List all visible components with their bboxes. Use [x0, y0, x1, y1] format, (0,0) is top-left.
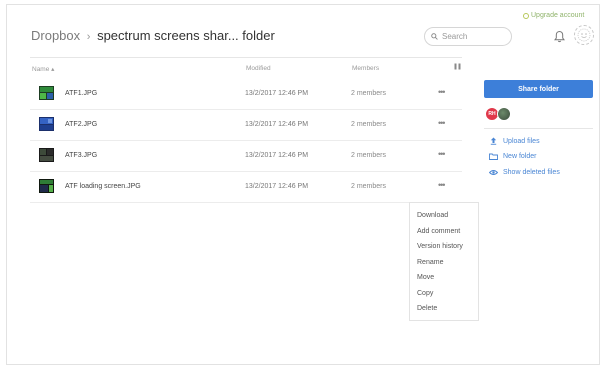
- show-deleted-files-label: Show deleted files: [503, 169, 560, 176]
- menu-item-version-history[interactable]: Version history: [410, 239, 478, 255]
- breadcrumb-current: spectrum screens shar... folder: [97, 28, 275, 43]
- smiley-face-icon: [577, 28, 591, 42]
- folder-members: RH: [485, 107, 511, 121]
- upgrade-account-link[interactable]: Upgrade account: [523, 12, 584, 19]
- file-name[interactable]: ATF loading screen.JPG: [65, 183, 141, 190]
- search-input[interactable]: [442, 32, 502, 41]
- image-file-icon: [39, 148, 54, 162]
- upgrade-icon: [523, 12, 529, 19]
- more-options-icon[interactable]: •••: [438, 118, 446, 128]
- upload-files-label: Upload files: [503, 137, 540, 145]
- breadcrumb: Dropbox › spectrum screens shar... folde…: [31, 28, 275, 43]
- share-folder-button[interactable]: Share folder: [484, 80, 593, 98]
- eye-icon: [489, 169, 498, 176]
- header-divider: [30, 57, 462, 58]
- image-file-icon: [39, 117, 54, 131]
- menu-item-add-comment[interactable]: Add comment: [410, 224, 478, 240]
- upgrade-label: Upgrade account: [531, 12, 585, 19]
- more-options-icon[interactable]: •••: [438, 180, 446, 190]
- menu-item-move[interactable]: Move: [410, 270, 478, 286]
- upload-icon: [489, 137, 498, 145]
- file-modified: 13/2/2017 12:46 PM: [245, 121, 309, 128]
- column-header-members[interactable]: Members: [352, 65, 379, 72]
- column-header-modified[interactable]: Modified: [246, 65, 271, 72]
- file-name[interactable]: ATF1.JPG: [65, 90, 97, 97]
- show-deleted-files-link[interactable]: Show deleted files: [489, 169, 560, 176]
- view-toggle-icon[interactable]: [454, 63, 461, 72]
- table-row[interactable]: ATF3.JPG 13/2/2017 12:46 PM 2 members ••…: [30, 141, 462, 172]
- column-header-name[interactable]: Name ▴: [32, 65, 54, 73]
- notification-bell-icon[interactable]: [552, 28, 566, 44]
- file-members: 2 members: [351, 183, 387, 190]
- menu-item-rename[interactable]: Rename: [410, 255, 478, 271]
- account-avatar[interactable]: [574, 25, 594, 45]
- file-name[interactable]: ATF2.JPG: [65, 121, 97, 128]
- image-file-icon: [39, 179, 54, 193]
- new-folder-label: New folder: [503, 153, 537, 160]
- menu-item-delete[interactable]: Delete: [410, 301, 478, 317]
- table-row[interactable]: ATF loading screen.JPG 13/2/2017 12:46 P…: [30, 172, 462, 203]
- file-name[interactable]: ATF3.JPG: [65, 152, 97, 159]
- member-avatar-photo[interactable]: [497, 107, 511, 121]
- file-modified: 13/2/2017 12:46 PM: [245, 183, 309, 190]
- file-list: ATF1.JPG 13/2/2017 12:46 PM 2 members ••…: [30, 79, 462, 203]
- sidebar-divider: [484, 128, 593, 129]
- file-context-menu: Download Add comment Version history Ren…: [409, 202, 479, 321]
- file-members: 2 members: [351, 152, 387, 159]
- table-row[interactable]: ATF1.JPG 13/2/2017 12:46 PM 2 members ••…: [30, 79, 462, 110]
- more-options-icon[interactable]: •••: [438, 149, 446, 159]
- menu-item-copy[interactable]: Copy: [410, 286, 478, 302]
- more-options-icon[interactable]: •••: [438, 87, 446, 97]
- file-members: 2 members: [351, 121, 387, 128]
- breadcrumb-root[interactable]: Dropbox: [31, 28, 80, 43]
- new-folder-link[interactable]: New folder: [489, 153, 536, 160]
- file-members: 2 members: [351, 90, 387, 97]
- folder-icon: [489, 153, 498, 160]
- menu-item-download[interactable]: Download: [410, 208, 478, 224]
- image-file-icon: [39, 86, 54, 100]
- upload-files-link[interactable]: Upload files: [489, 137, 540, 145]
- search-box[interactable]: [424, 27, 512, 46]
- file-modified: 13/2/2017 12:46 PM: [245, 152, 309, 159]
- breadcrumb-separator: ›: [86, 31, 91, 43]
- table-row[interactable]: ATF2.JPG 13/2/2017 12:46 PM 2 members ••…: [30, 110, 462, 141]
- file-modified: 13/2/2017 12:46 PM: [245, 90, 309, 97]
- search-icon: [431, 33, 438, 40]
